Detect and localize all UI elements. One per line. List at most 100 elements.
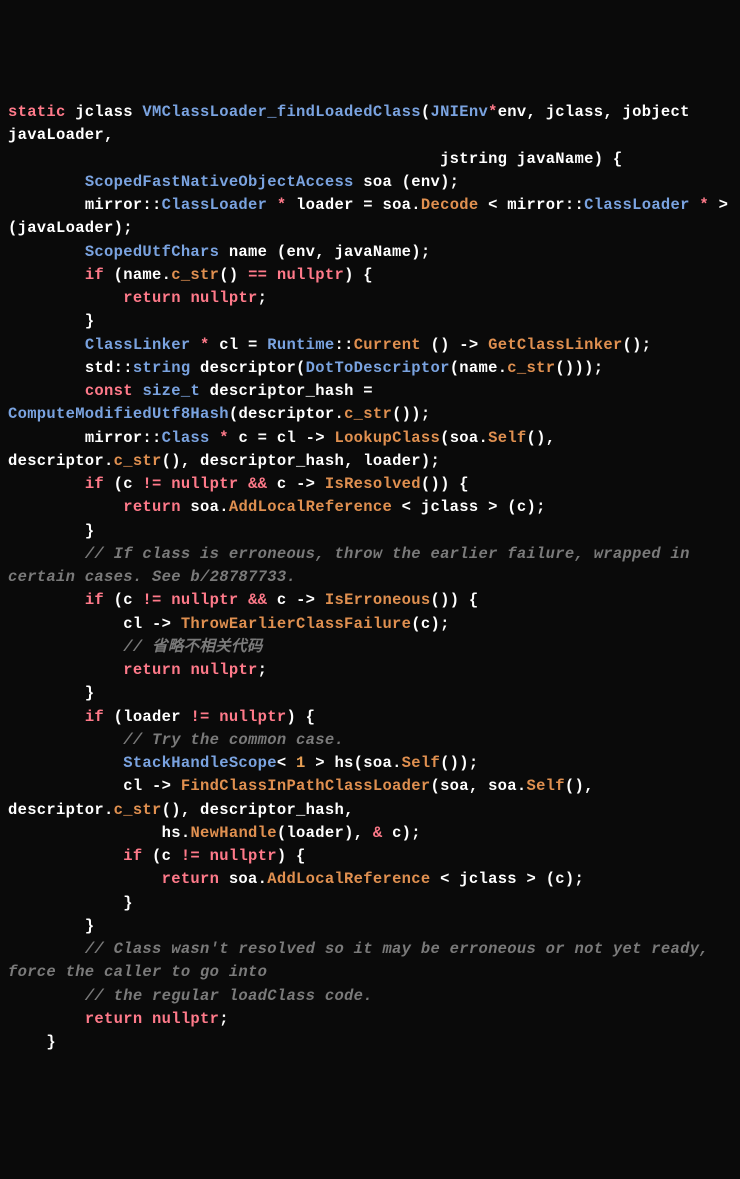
code-token-method: Decode [421,196,479,214]
code-token-op: && [248,591,267,609]
code-token-kw: nullptr [219,708,286,726]
code-token-com: // 省略不相关代码 [123,638,262,656]
code-token-type: ClassLoader [584,196,690,214]
code-token-id: (loader), [277,824,373,842]
code-token-op: != [181,847,200,865]
code-token-fn: ComputeModifiedUtf8Hash [8,405,229,423]
code-token-method: LookupClass [334,429,440,447]
code-token-kw: nullptr [152,1010,219,1028]
code-token-id: c = cl -> [229,429,335,447]
code-token-type: StackHandleScope [123,754,277,772]
code-token-com: // Try the common case. [123,731,344,749]
code-token-id: < mirror:: [479,196,585,214]
code-token-kw: return [123,661,181,679]
code-token-method: c_str [507,359,555,377]
code-token-method: Self [526,777,564,795]
code-token-method: ThrowEarlierClassFailure [181,615,411,633]
code-token-id [181,289,191,307]
code-token-kw: nullptr [190,661,257,679]
code-token-method: Self [488,429,526,447]
code-token-kw: return [123,289,181,307]
code-token-method: IsResolved [325,475,421,493]
code-token-kw: if [85,266,104,284]
code-token-id [190,336,200,354]
code-token-id: () -> [421,336,488,354]
code-token-type: ScopedFastNativeObjectAccess [85,173,354,191]
code-token-id [8,754,123,772]
code-token-kw: return [123,498,181,516]
code-token-method: FindClassInPathClassLoader [181,777,431,795]
code-token-method: AddLocalReference [267,870,430,888]
code-token-op: != [190,708,209,726]
code-token-method: c_str [114,801,162,819]
code-token-type: ClassLinker [85,336,191,354]
code-token-id: (c [104,475,142,493]
code-token-id [162,591,172,609]
code-token-op: != [142,475,161,493]
code-token-id [8,591,85,609]
code-token-type: size_t [142,382,200,400]
code-token-id: descriptor_hash = [200,382,382,400]
code-token-id: (loader [104,708,190,726]
code-token-type: ScopedUtfChars [85,243,219,261]
code-token-type: ClassLoader [162,196,268,214]
code-token-method: NewHandle [190,824,276,842]
code-token-op: == [248,266,267,284]
code-token-type: Runtime [267,336,334,354]
code-token-com: // If class is erroneous, throw the earl… [8,545,699,586]
code-token-id [210,429,220,447]
code-token-id [238,475,248,493]
code-token-id [267,196,277,214]
code-token-op: * [699,196,709,214]
code-token-method: Current [354,336,421,354]
code-token-kw: nullptr [210,847,277,865]
code-token-id [238,591,248,609]
code-block: static jclass VMClassLoader_findLoadedCl… [8,101,732,1054]
code-token-kw: nullptr [190,289,257,307]
code-token-id [267,266,277,284]
code-token-id: jclass [66,103,143,121]
code-token-kw: if [85,591,104,609]
code-token-op: && [248,475,267,493]
code-token-method: IsErroneous [325,591,431,609]
code-token-kw: return [85,1010,143,1028]
code-token-id [8,987,85,1005]
code-token-id: c -> [267,591,325,609]
code-token-id: (c [104,591,142,609]
code-token-id: cl = [210,336,268,354]
code-token-kw: const [85,382,133,400]
code-token-id: (c [142,847,180,865]
code-token-com: // the regular loadClass code. [85,987,373,1005]
code-token-type: JNIEnv [430,103,488,121]
code-token-com: // Class wasn't resolved so it may be er… [8,940,719,981]
code-token-method: c_str [171,266,219,284]
code-token-id: :: [334,336,353,354]
code-token-id: loader = soa. [286,196,420,214]
code-token-method: c_str [344,405,392,423]
code-token-kw: static [8,103,66,121]
code-token-id [181,661,191,679]
code-token-op: * [219,429,229,447]
code-token-kw: if [123,847,142,865]
code-token-kw: nullptr [171,475,238,493]
code-token-id: soa. [219,870,267,888]
code-token-kw: nullptr [277,266,344,284]
code-token-op: != [142,591,161,609]
code-token-id: (soa. [440,429,488,447]
code-token-id: (soa, soa. [430,777,526,795]
code-token-method: AddLocalReference [229,498,392,516]
code-token-kw: if [85,708,104,726]
code-token-fn: VMClassLoader_findLoadedClass [142,103,420,121]
code-token-id [133,382,143,400]
code-token-method: GetClassLinker [488,336,622,354]
code-token-id: () [219,266,248,284]
code-token-num: 1 [296,754,306,772]
code-token-id: soa. [181,498,229,516]
code-token-id: c -> [267,475,325,493]
code-token-kw: return [162,870,220,888]
code-token-type: string [133,359,191,377]
code-token-op: * [488,103,498,121]
code-token-id [210,708,220,726]
code-token-id [690,196,700,214]
code-token-type: Class [162,429,210,447]
